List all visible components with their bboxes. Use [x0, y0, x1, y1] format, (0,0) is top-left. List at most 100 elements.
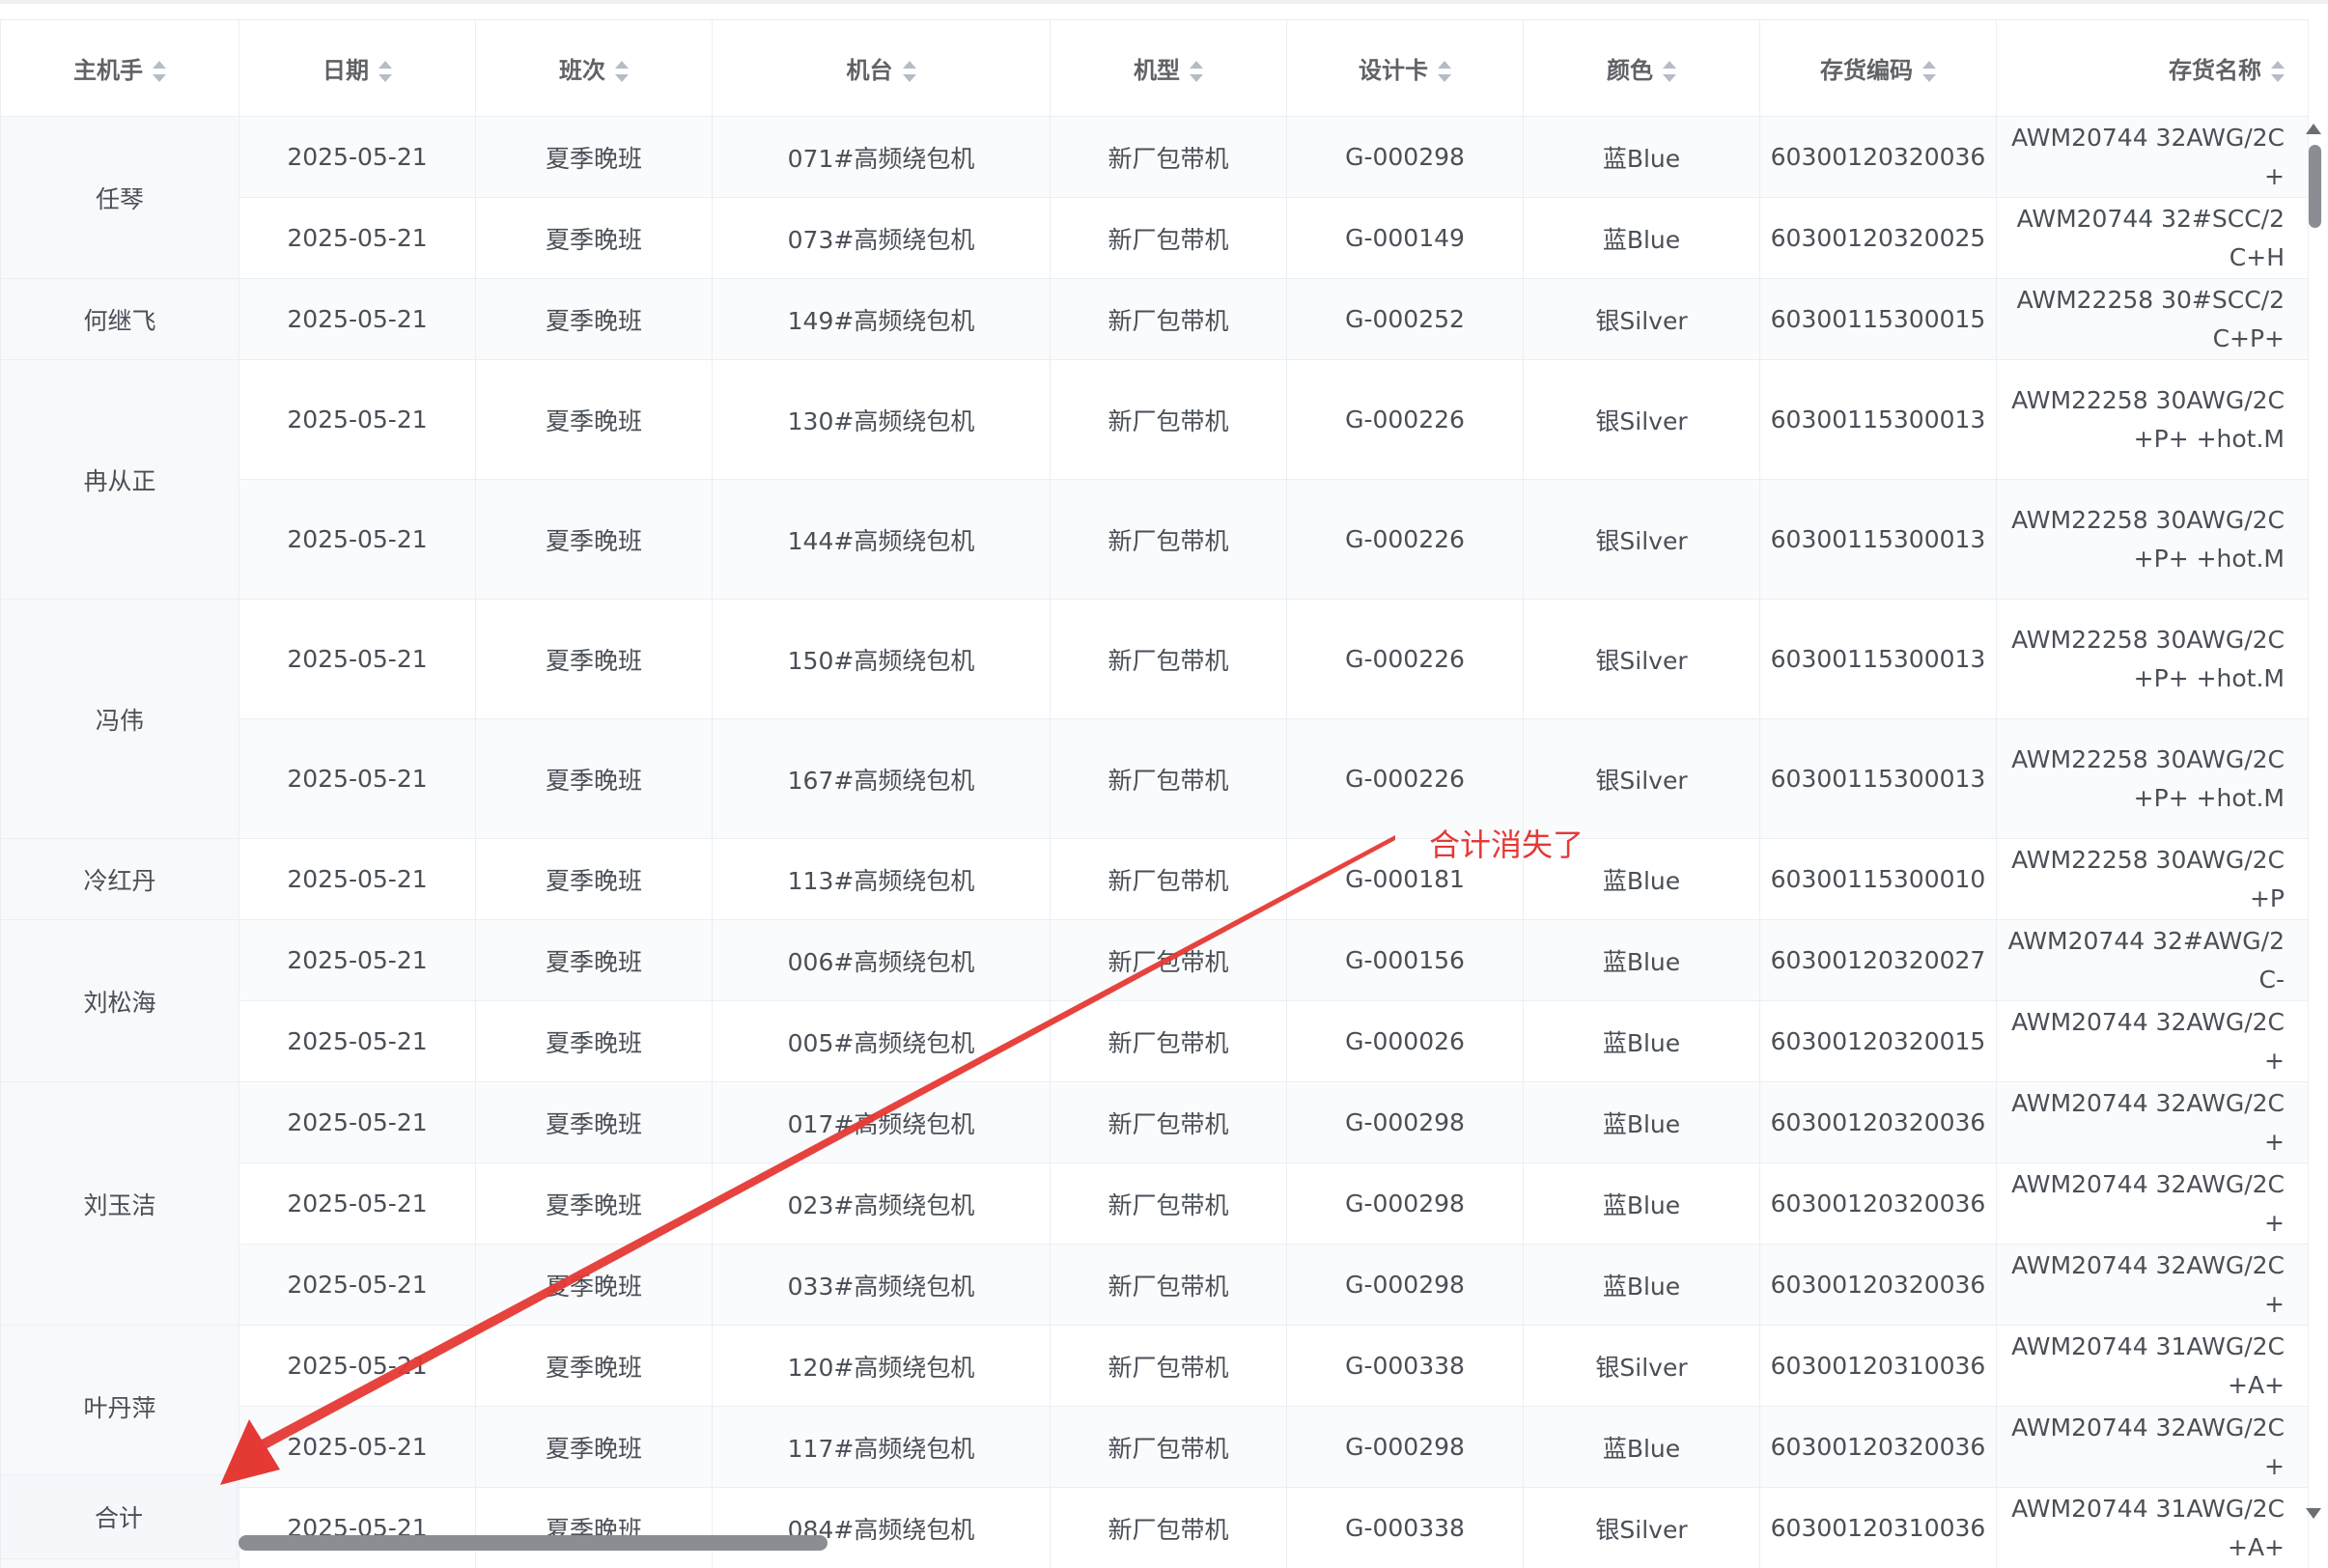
sort-icon[interactable]	[2271, 61, 2285, 82]
annotation-note: 合计消失了	[1429, 826, 1585, 863]
cell-inventory-code: 60300115300013	[1759, 359, 1997, 480]
cell-shift: 夏季晚班	[475, 1325, 713, 1407]
cell-machine: 144#高频绕包机	[712, 479, 1051, 600]
cell-color: 银Silver	[1523, 479, 1760, 600]
cell-color: 蓝Blue	[1523, 1406, 1760, 1488]
cell-operator: 冷红丹	[0, 838, 239, 920]
cell-operator: 刘松海	[0, 919, 239, 1082]
cell-inventory-name: AWM20744 32AWG/2C+	[1996, 1000, 2309, 1082]
cell-machine: 017#高频绕包机	[712, 1081, 1051, 1163]
cell-shift: 夏季晚班	[475, 479, 713, 600]
cell-shift: 夏季晚班	[475, 359, 713, 480]
cell-inventory-code: 60300120320027	[1759, 919, 1997, 1001]
table-row: 2025-05-21 夏季晚班 033#高频绕包机 新厂包带机 G-000298 蓝Blu…	[1, 1244, 2309, 1326]
table-row: 2025-05-21 夏季晚班 167#高频绕包机 新厂包带机 G-000226 银Sil…	[1, 718, 2309, 839]
table-row: 冉从正 2025-05-21 夏季晚班 130#高频绕包机 新厂包带机 G-000226 银…	[0, 359, 2309, 600]
cell-inventory-code: 60300120320036	[1759, 116, 1997, 198]
cell-design-card: G-000226	[1286, 479, 1524, 600]
cell-machine-type: 新厂包带机	[1050, 599, 1287, 719]
cell-design-card: G-000298	[1286, 1162, 1524, 1245]
column-header-inventory-code[interactable]: 存货编码	[1759, 19, 1997, 117]
cell-inventory-code: 60300115300015	[1759, 278, 1997, 360]
cell-machine: 117#高频绕包机	[712, 1406, 1051, 1488]
cell-inventory-name: AWM20744 32AWG/2C+	[1996, 1162, 2309, 1245]
cell-shift: 夏季晚班	[475, 116, 713, 198]
cell-operator: 冉从正	[0, 359, 239, 600]
table-row: 2025-05-21 夏季晚班 073#高频绕包机 新厂包带机 G-000149 蓝Blu…	[1, 197, 2309, 279]
cell-shift: 夏季晚班	[475, 278, 713, 360]
cell-inventory-name: AWM20744 32#SCC/2C+H	[1996, 197, 2309, 279]
cell-machine-type: 新厂包带机	[1050, 1487, 1287, 1568]
cell-inventory-name: AWM20744 32AWG/2C+	[1996, 1406, 2309, 1488]
horizontal-scrollbar-thumb[interactable]	[238, 1535, 827, 1551]
cell-shift: 夏季晚班	[475, 1162, 713, 1245]
cell-inventory-name: AWM22258 30#SCC/2C+P+	[1996, 278, 2309, 360]
cell-machine: 167#高频绕包机	[712, 718, 1051, 839]
scroll-down-arrow-icon[interactable]	[2306, 1508, 2321, 1519]
cell-machine: 150#高频绕包机	[712, 599, 1051, 719]
cell-inventory-code: 60300120320036	[1759, 1244, 1997, 1326]
cell-color: 蓝Blue	[1523, 1162, 1760, 1245]
cell-inventory-code: 60300120310036	[1759, 1487, 1997, 1568]
cell-inventory-name: AWM22258 30AWG/2C+P	[1996, 838, 2309, 920]
cell-design-card: G-000338	[1286, 1325, 1524, 1407]
column-header-shift[interactable]: 班次	[475, 19, 713, 117]
cell-design-card: G-000149	[1286, 197, 1524, 279]
column-header-design-card[interactable]: 设计卡	[1286, 19, 1524, 117]
cell-machine: 120#高频绕包机	[712, 1325, 1051, 1407]
cell-inventory-name: AWM20744 31AWG/2C+A+	[1996, 1487, 2309, 1568]
scroll-up-arrow-icon[interactable]	[2306, 124, 2321, 134]
cell-shift: 夏季晚班	[475, 1244, 713, 1326]
cell-date: 2025-05-21	[238, 479, 476, 600]
cell-machine: 130#高频绕包机	[712, 359, 1051, 480]
sort-icon[interactable]	[1922, 61, 1936, 82]
cell-date: 2025-05-21	[238, 1081, 476, 1163]
sort-icon[interactable]	[153, 61, 166, 82]
cell-date: 2025-05-21	[238, 116, 476, 198]
cell-inventory-name: AWM20744 31AWG/2C+A+	[1996, 1325, 2309, 1407]
column-header-inventory-name[interactable]: 存货名称	[1996, 19, 2309, 117]
cell-color: 银Silver	[1523, 278, 1760, 360]
cell-inventory-code: 60300115300013	[1759, 718, 1997, 839]
cell-design-card: G-000298	[1286, 1406, 1524, 1488]
cell-operator: 刘玉洁	[0, 1081, 239, 1326]
table-row: 2025-05-21 夏季晚班 005#高频绕包机 新厂包带机 G-000026 蓝Blu…	[1, 1000, 2309, 1082]
column-header-machine-type[interactable]: 机型	[1050, 19, 1287, 117]
cell-machine: 071#高频绕包机	[712, 116, 1051, 198]
cell-color: 银Silver	[1523, 1487, 1760, 1568]
vertical-scrollbar-thumb[interactable]	[2309, 145, 2321, 228]
cell-inventory-name: AWM22258 30AWG/2C+P+ +hot.M	[1996, 359, 2309, 480]
cell-machine: 033#高频绕包机	[712, 1244, 1051, 1326]
sort-icon[interactable]	[1438, 61, 1451, 82]
sort-icon[interactable]	[902, 61, 916, 82]
cell-date: 2025-05-21	[238, 1244, 476, 1326]
cell-design-card: G-000298	[1286, 116, 1524, 198]
cell-color: 银Silver	[1523, 359, 1760, 480]
table-row: 叶丹萍 2025-05-21 夏季晚班 120#高频绕包机 新厂包带机 G-000338 银…	[0, 1325, 2309, 1488]
cell-inventory-name: AWM22258 30AWG/2C+P+ +hot.M	[1996, 599, 2309, 719]
cell-color: 蓝Blue	[1523, 116, 1760, 198]
cell-shift: 夏季晚班	[475, 838, 713, 920]
cell-design-card: G-000226	[1286, 359, 1524, 480]
cell-machine: 005#高频绕包机	[712, 1000, 1051, 1082]
column-header-machine[interactable]: 机台	[712, 19, 1051, 117]
cell-design-card: G-000298	[1286, 1081, 1524, 1163]
column-header-operator[interactable]: 主机手	[0, 19, 239, 117]
cell-operator: 任琴	[0, 116, 239, 279]
cell-shift: 夏季晚班	[475, 1000, 713, 1082]
table-row: 冷红丹 2025-05-21 夏季晚班 113#高频绕包机 新厂包带机 G-000181 蓝…	[0, 838, 2309, 920]
column-header-color[interactable]: 颜色	[1523, 19, 1760, 117]
table-row: 2025-05-21 夏季晚班 023#高频绕包机 新厂包带机 G-000298 蓝Blu…	[1, 1162, 2309, 1245]
table-row: 2025-05-21 夏季晚班 117#高频绕包机 新厂包带机 G-000298 蓝Blu…	[1, 1406, 2309, 1488]
cell-color: 蓝Blue	[1523, 919, 1760, 1001]
sort-icon[interactable]	[1190, 61, 1203, 82]
cell-design-card: G-000298	[1286, 1244, 1524, 1326]
sort-icon[interactable]	[379, 61, 392, 82]
cell-machine: 006#高频绕包机	[712, 919, 1051, 1001]
data-table: 主机手 日期 班次 机台 机型 设计卡 颜色 存货编码 存货名称 任琴 2025-…	[0, 19, 2328, 1568]
sort-icon[interactable]	[1663, 61, 1676, 82]
column-header-date[interactable]: 日期	[238, 19, 476, 117]
cell-machine: 084#高频绕包机	[712, 1487, 1051, 1568]
sort-icon[interactable]	[615, 61, 629, 82]
cell-machine: 073#高频绕包机	[712, 197, 1051, 279]
